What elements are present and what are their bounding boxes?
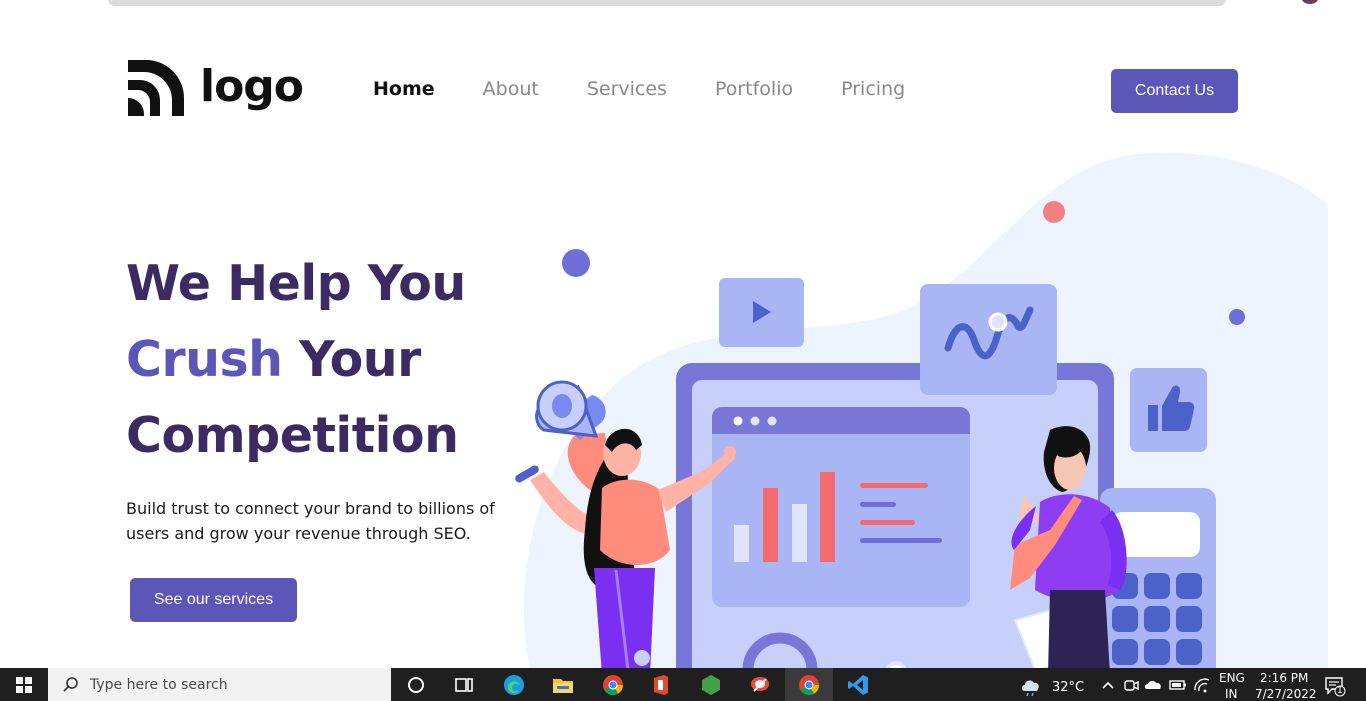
nav-pricing[interactable]: Pricing (841, 78, 905, 100)
chart-window (712, 407, 970, 607)
clock-time[interactable]: 2:16 PM (1260, 671, 1308, 685)
cortana-icon[interactable] (404, 673, 428, 697)
hero-heading: We Help You Crush Your Competition (126, 246, 466, 474)
see-services-button[interactable]: See our services (130, 578, 297, 622)
hero-line-2-rest: Your (282, 331, 421, 388)
hero-line-3: Competition (126, 407, 459, 464)
windows-taskbar: Type here to search 32°C ENG IN 2:16 PM … (0, 668, 1366, 701)
main-nav: Home About Services Portfolio Pricing (373, 78, 953, 100)
profile-avatar[interactable] (1302, 0, 1318, 4)
hero-line-1: We Help You (126, 255, 466, 312)
file-explorer-icon[interactable] (551, 673, 575, 697)
decor-dot-coral (1043, 201, 1065, 223)
language-indicator[interactable]: ENG (1219, 671, 1245, 685)
task-view-icon[interactable] (452, 673, 476, 697)
windows-logo-icon (16, 676, 32, 693)
wifi-icon[interactable] (1190, 673, 1214, 697)
office-icon[interactable] (649, 673, 673, 697)
decor-dot-small (1229, 309, 1245, 325)
edge-icon[interactable] (502, 673, 526, 697)
nav-home[interactable]: Home (373, 78, 435, 100)
nav-services[interactable]: Services (587, 78, 667, 100)
chrome-icon[interactable] (797, 673, 821, 697)
search-placeholder: Type here to search (90, 676, 228, 693)
hero-line-2: Crush Your (126, 322, 466, 398)
search-icon (63, 676, 78, 692)
hero-illustration (515, 152, 1328, 670)
chrome-icon[interactable] (601, 673, 625, 697)
meet-now-icon[interactable] (1119, 673, 1143, 697)
taskbar-search-box[interactable]: Type here to search (48, 668, 391, 701)
hero-accent-word: Crush (126, 331, 283, 388)
windows-start-button[interactable] (0, 668, 48, 701)
clock-date: 7/27/2022 (1255, 687, 1317, 701)
vscode-icon[interactable] (846, 673, 870, 697)
nav-about[interactable]: About (483, 78, 539, 100)
logo-text: logo (200, 61, 304, 112)
language-region: IN (1225, 687, 1238, 701)
onedrive-icon[interactable] (1142, 673, 1166, 697)
notification-count: 1 (1337, 686, 1343, 696)
decor-dot-purple (562, 249, 590, 277)
chevron-up-icon[interactable] (1096, 673, 1120, 697)
app-icon[interactable] (748, 673, 772, 697)
nodejs-icon[interactable] (699, 673, 723, 697)
battery-icon[interactable] (1166, 673, 1190, 697)
address-bar[interactable] (108, 0, 1226, 6)
site-logo[interactable]: logo (126, 58, 304, 116)
logo-mark-icon (128, 60, 184, 116)
weather-temperature[interactable]: 32°C (1052, 680, 1084, 695)
hero-description: Build trust to connect your brand to bil… (126, 499, 495, 543)
weather-cloud-icon[interactable] (1019, 673, 1043, 697)
contact-us-button[interactable]: Contact Us (1111, 69, 1238, 113)
wave-card (920, 284, 1057, 395)
nav-portfolio[interactable]: Portfolio (715, 78, 793, 100)
browser-top-strip (0, 0, 1366, 10)
